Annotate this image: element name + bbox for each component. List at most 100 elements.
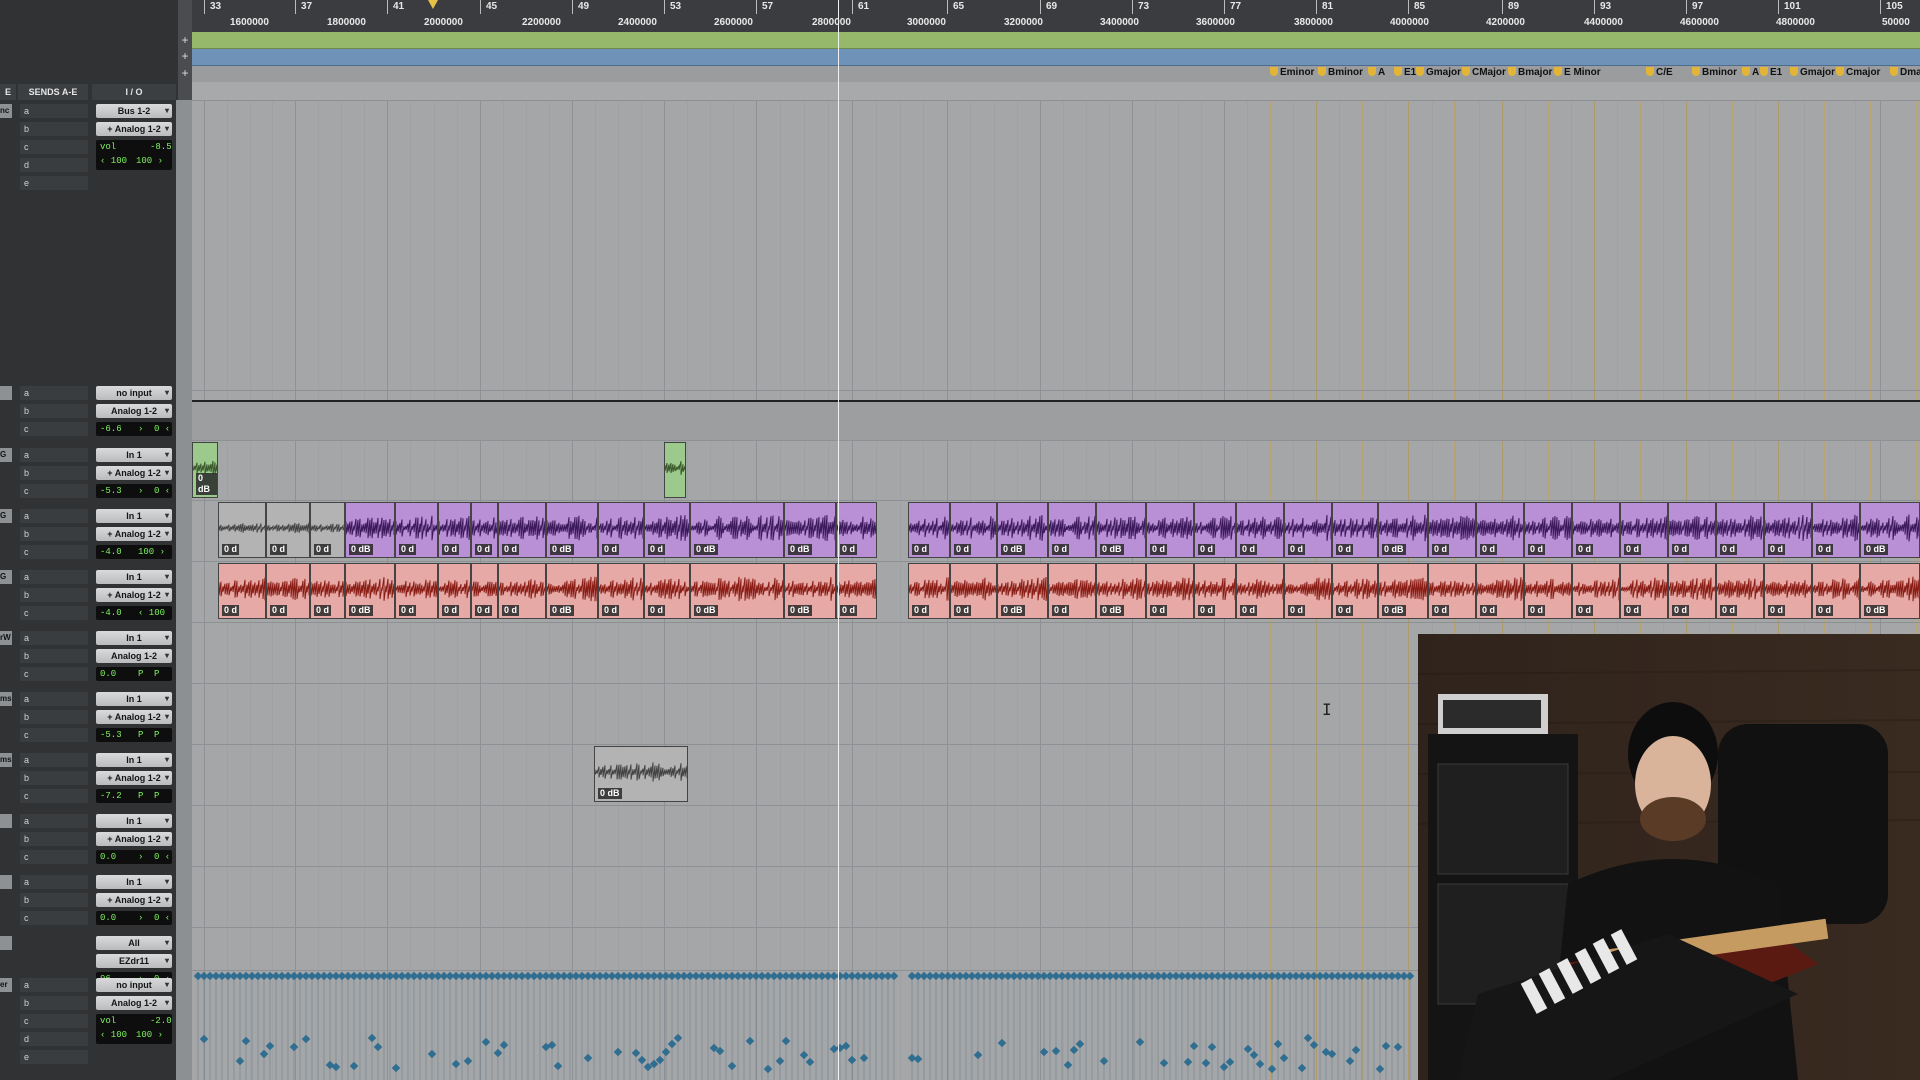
audio-clip-purple[interactable]: 0 d: [218, 502, 266, 558]
send-slot-b[interactable]: b: [20, 588, 88, 602]
track-tab[interactable]: [0, 814, 12, 828]
audio-clip-purple[interactable]: 0 d: [1194, 502, 1236, 558]
output-selector[interactable]: EZdr11: [96, 954, 172, 968]
volume-display[interactable]: 0.0 › 0 ‹: [96, 850, 172, 864]
send-slot-b[interactable]: b: [20, 771, 88, 785]
audio-clip-purple[interactable]: 0 d: [1284, 502, 1332, 558]
midi-note[interactable]: [637, 1055, 647, 1065]
output-selector[interactable]: Analog 1-2: [96, 404, 172, 418]
add-ruler-button-2[interactable]: +: [178, 49, 192, 63]
midi-note[interactable]: [463, 1056, 473, 1066]
track-tab[interactable]: ms: [0, 692, 12, 706]
audio-clip-red[interactable]: 0 d: [1146, 563, 1194, 619]
audio-clip-purple[interactable]: 0 d: [1476, 502, 1524, 558]
midi-note[interactable]: [799, 1050, 809, 1060]
output-selector[interactable]: Analog 1-2: [96, 996, 172, 1010]
audio-clip-red[interactable]: 0 d: [218, 563, 266, 619]
output-selector[interactable]: + Analog 1-2: [96, 588, 172, 602]
volume-display[interactable]: 0.0 › 0 ‹: [96, 911, 172, 925]
send-slot-a[interactable]: a: [20, 692, 88, 706]
audio-clip-purple[interactable]: 0 d: [266, 502, 310, 558]
send-slot-a[interactable]: a: [20, 104, 88, 118]
midi-note[interactable]: [1273, 1039, 1283, 1049]
track-tab[interactable]: ms: [0, 753, 12, 767]
audio-clip-red[interactable]: 0 d: [1524, 563, 1572, 619]
input-selector[interactable]: In 1: [96, 814, 172, 828]
audio-clip-red[interactable]: 0 d: [908, 563, 950, 619]
track-tab[interactable]: [0, 875, 12, 889]
audio-clip-green[interactable]: [664, 442, 686, 498]
midi-note[interactable]: [493, 1048, 503, 1058]
volume-display[interactable]: -4.0 100 ›: [96, 545, 172, 559]
send-slot-b[interactable]: b: [20, 122, 88, 136]
midi-note[interactable]: [301, 1034, 311, 1044]
audio-clip-grey[interactable]: 0 dB: [594, 746, 688, 802]
audio-clip-red[interactable]: 0 d: [498, 563, 546, 619]
audio-clip-red[interactable]: 0 d: [1428, 563, 1476, 619]
send-slot-a[interactable]: a: [20, 631, 88, 645]
send-slot-d[interactable]: d: [20, 158, 88, 172]
midi-note[interactable]: [859, 1053, 869, 1063]
send-slot-a[interactable]: a: [20, 448, 88, 462]
audio-clip-purple[interactable]: 0 d: [1812, 502, 1860, 558]
audio-clip-red[interactable]: 0 d: [395, 563, 438, 619]
marker-8[interactable]: E Minor: [1554, 66, 1601, 80]
midi-note[interactable]: [763, 1064, 773, 1074]
audio-clip-purple[interactable]: 0 d: [1428, 502, 1476, 558]
audio-clip-red[interactable]: 0 dB: [345, 563, 395, 619]
midi-note[interactable]: [1405, 971, 1415, 981]
midi-note[interactable]: [1297, 1063, 1307, 1073]
track-tab[interactable]: nc: [0, 104, 12, 118]
add-ruler-button-3[interactable]: +: [178, 66, 192, 80]
midi-note[interactable]: [1225, 1057, 1235, 1067]
send-slot-c[interactable]: c: [20, 850, 88, 864]
audio-clip-purple[interactable]: 0 d: [1048, 502, 1096, 558]
volume-display[interactable]: -5.3 › 0 ‹: [96, 484, 172, 498]
audio-clip-red[interactable]: 0 d: [1048, 563, 1096, 619]
midi-note[interactable]: [805, 1057, 815, 1067]
midi-note[interactable]: [349, 1061, 359, 1071]
send-slot-c[interactable]: c: [20, 728, 88, 742]
midi-note[interactable]: [235, 1056, 245, 1066]
midi-note[interactable]: [1249, 1050, 1259, 1060]
marker-2[interactable]: Bminor: [1318, 66, 1363, 80]
audio-clip-red[interactable]: 0 d: [1668, 563, 1716, 619]
midi-note[interactable]: [889, 971, 899, 981]
midi-note[interactable]: [583, 1053, 593, 1063]
midi-note[interactable]: [1351, 1045, 1361, 1055]
volume-display[interactable]: 0.0 P P: [96, 667, 172, 681]
audio-clip-purple[interactable]: 0 d: [310, 502, 345, 558]
volume-display[interactable]: -6.6 › 0 ‹: [96, 422, 172, 436]
marker-15[interactable]: Dmajo: [1890, 66, 1920, 80]
track-tab[interactable]: er: [0, 978, 12, 992]
send-slot-a[interactable]: a: [20, 814, 88, 828]
midi-note[interactable]: [1303, 1033, 1313, 1043]
input-selector[interactable]: In 1: [96, 753, 172, 767]
audio-clip-red[interactable]: 0 dB: [1860, 563, 1920, 619]
midi-note[interactable]: [1075, 1039, 1085, 1049]
audio-clip-red[interactable]: 0 d: [950, 563, 997, 619]
midi-note[interactable]: [265, 1041, 275, 1051]
send-slot-a[interactable]: a: [20, 386, 88, 400]
send-slot-c[interactable]: c: [20, 1014, 88, 1028]
send-slot-c[interactable]: c: [20, 140, 88, 154]
audio-clip-purple[interactable]: 0 dB: [784, 502, 836, 558]
send-slot-a[interactable]: a: [20, 978, 88, 992]
audio-clip-purple[interactable]: 0 d: [1620, 502, 1668, 558]
volume-display[interactable]: -5.3 P P: [96, 728, 172, 742]
midi-note[interactable]: [553, 1061, 563, 1071]
midi-note[interactable]: [775, 1056, 785, 1066]
playhead-cursor[interactable]: [838, 0, 839, 1080]
send-slot-e[interactable]: e: [20, 1050, 88, 1064]
track-tab[interactable]: G: [0, 570, 12, 584]
marker-6[interactable]: CMajor: [1462, 66, 1506, 80]
audio-clip-red[interactable]: 0 d: [644, 563, 690, 619]
midi-note[interactable]: [1159, 1058, 1169, 1068]
send-slot-b[interactable]: b: [20, 996, 88, 1010]
audio-clip-red[interactable]: 0 d: [1812, 563, 1860, 619]
audio-clip-purple[interactable]: 0 dB: [690, 502, 784, 558]
input-selector[interactable]: In 1: [96, 875, 172, 889]
marker-7[interactable]: Bmajor: [1508, 66, 1552, 80]
midi-note[interactable]: [1039, 1047, 1049, 1057]
track-tab[interactable]: G: [0, 509, 12, 523]
